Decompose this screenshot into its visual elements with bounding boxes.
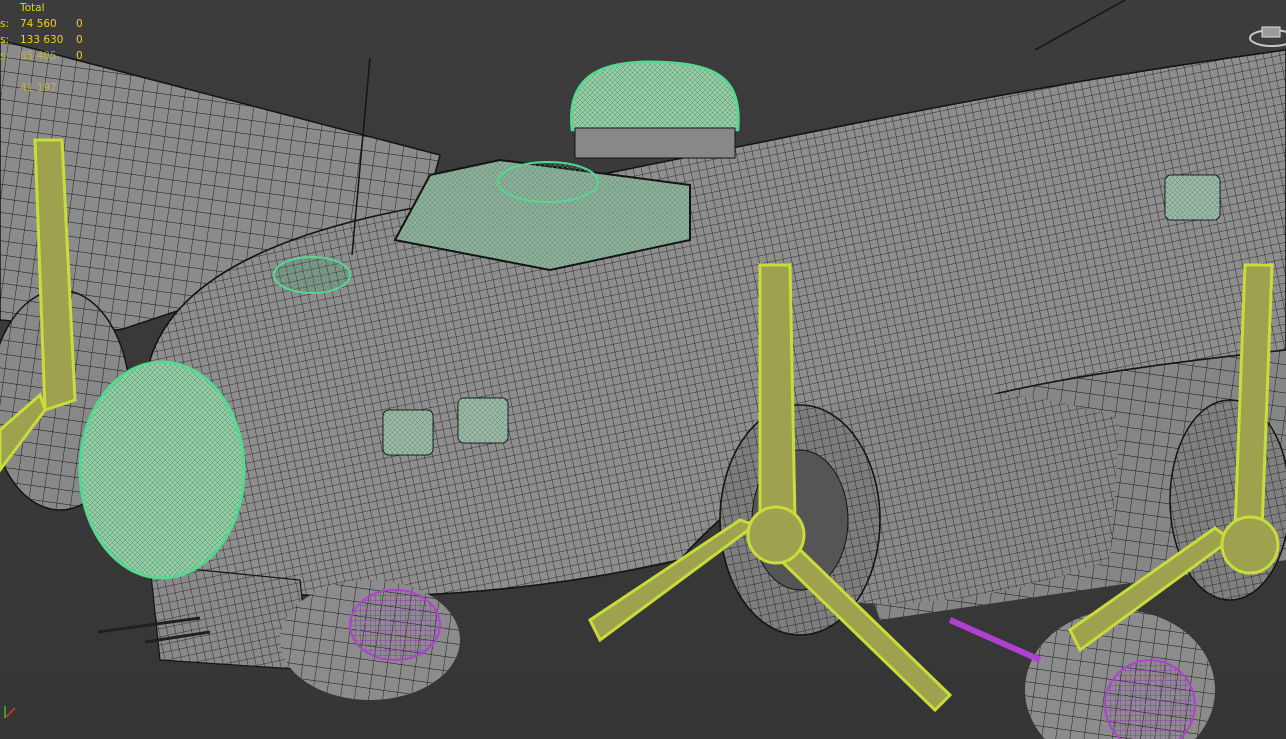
- stats-total-value: 74 560: [20, 18, 57, 30]
- stats-selected-value: 0: [76, 50, 83, 62]
- stats-total-header: Total: [20, 2, 45, 14]
- axis-tripod-icon: [4, 706, 16, 719]
- stats-total-value: 85 405: [20, 50, 57, 62]
- astrodome: [273, 256, 351, 294]
- wireframe-scene[interactable]: [0, 0, 1286, 739]
- radio-wire: [1034, 0, 1126, 51]
- stats-selected-value: 0: [76, 18, 83, 30]
- top-turret: [570, 60, 740, 159]
- stats-selected-value: 0: [76, 34, 83, 46]
- landing-wheel-nose: [280, 580, 460, 700]
- stats-total-value: 41 197: [20, 82, 57, 94]
- nose-glass: [78, 360, 246, 580]
- viewcube-icon[interactable]: [1248, 24, 1286, 48]
- stats-total-value: 133 630: [20, 34, 64, 46]
- 3d-viewport[interactable]: Total s: 74 560 0 s: 133 630 0 s: 85 405…: [0, 0, 1286, 739]
- chin-turret: [97, 564, 311, 671]
